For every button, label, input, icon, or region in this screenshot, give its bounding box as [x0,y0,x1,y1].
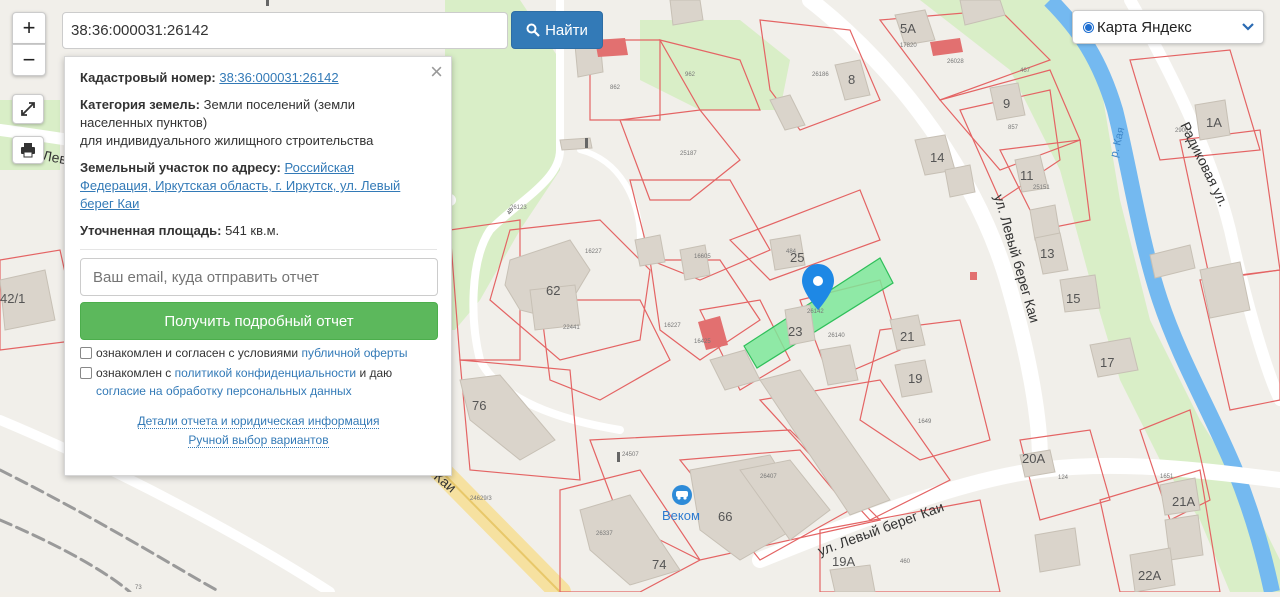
address-row: Земельный участок по адресу: Российская … [80,159,437,213]
category-value-line2: населенных пунктов) [80,115,208,130]
search-icon [526,23,540,37]
email-field[interactable] [80,258,438,296]
plus-icon: + [22,15,36,40]
house-number: 9 [1003,96,1010,111]
house-number: 74 [652,557,666,572]
svg-text:26337: 26337 [596,531,613,537]
svg-text:24507: 24507 [622,452,639,458]
car-icon [676,491,688,497]
minus-icon: − [22,47,36,72]
address-label: Земельный участок по адресу: [80,160,281,175]
fullscreen-button[interactable] [12,94,44,124]
cadastral-row: Кадастровый номер: 38:36:000031:26142 [80,69,437,87]
chevron-down-icon [1241,19,1255,35]
cadastral-label: Кадастровый номер: [80,70,216,85]
search-button-label: Найти [545,21,588,39]
svg-text:26407: 26407 [760,474,777,480]
svg-text:862: 862 [610,85,621,91]
svg-text:22441: 22441 [563,325,580,331]
cadastral-number-link[interactable]: 38:36:000031:26142 [219,70,338,85]
printer-icon [21,143,35,158]
address-link-part3[interactable]: берег Каи [80,196,139,211]
zoom-out-button[interactable]: − [12,44,46,76]
manual-selection-link[interactable]: Ручной выбор вариантов [188,433,329,448]
svg-text:16605: 16605 [694,254,711,260]
print-button[interactable] [12,136,44,164]
category-value-line3: для индивидуального жилищного строительс… [80,133,374,148]
house-number: 23 [788,324,802,339]
svg-text:962: 962 [685,72,696,78]
public-offer-link[interactable]: публичной оферты [301,346,407,360]
svg-text:73: 73 [135,585,142,591]
house-number: 14 [930,150,944,165]
get-report-button[interactable]: Получить подробный отчет [80,302,438,340]
house-number: 5А [900,21,916,36]
layer-selected-label: Карта Яндекс [1097,18,1192,36]
category-row: Категория земель: Земли поселений (земли… [80,96,437,150]
category-label: Категория земель: [80,97,201,112]
poi-name: Веком [662,508,700,523]
svg-text:484: 484 [786,249,797,255]
svg-text:1649: 1649 [918,419,932,425]
house-number: 66 [718,509,732,524]
svg-text:1651: 1651 [1160,474,1174,480]
search-input[interactable] [62,12,508,49]
svg-text:26140: 26140 [828,333,845,339]
house-number: 8 [848,72,855,87]
radio-icon [1083,21,1094,33]
house-number: 19 [908,371,922,386]
svg-text:26142: 26142 [807,309,824,315]
address-link-part2[interactable]: Федерация, Иркутская область, г. Иркутск… [80,178,400,193]
house-number: 15 [1066,291,1080,306]
consent-offer-row: ознакомлен и согласен с условиями публич… [80,344,437,362]
svg-text:25187: 25187 [680,151,697,157]
address-link-part1[interactable]: Российская [284,160,354,175]
area-row: Уточненная площадь: 541 кв.м. [80,222,437,240]
consent-privacy-row: ознакомлен с политикой конфиденциальност… [80,364,437,400]
parcel-info-panel: × Кадастровый номер: 38:36:000031:26142 … [64,56,452,476]
svg-text:26028: 26028 [947,59,964,65]
svg-text:26186: 26186 [812,72,829,78]
svg-text:17820: 17820 [900,43,917,49]
svg-text:857: 857 [1008,125,1019,131]
house-number: 17 [1100,355,1114,370]
house-number: 42/1 [0,291,25,306]
svg-text:24629/3: 24629/3 [470,496,492,502]
data-processing-consent-link[interactable]: согласие на обработку персональных данны… [96,384,352,398]
svg-text:16227: 16227 [585,249,602,255]
category-value-line1: Земли поселений (земли [203,97,355,112]
house-number: 22А [1138,568,1161,583]
area-value: 541 кв.м. [225,223,280,238]
house-number: 21А [1172,494,1195,509]
close-icon[interactable]: × [430,61,443,83]
svg-text:460: 460 [900,559,911,565]
svg-text:124: 124 [1058,475,1069,481]
house-number: 76 [472,398,486,413]
divider [80,249,437,250]
consent-privacy-text2: и даю [359,366,393,380]
house-number: 20А [1022,451,1045,466]
house-number: 21 [900,329,914,344]
svg-text:467: 467 [1020,68,1031,74]
house-number: 11 [1020,168,1034,183]
house-number: 1А [1206,115,1222,130]
house-number: 19А [832,554,855,569]
search-button[interactable]: Найти [511,11,603,49]
house-number: 13 [1040,246,1054,261]
consent-offer-checkbox[interactable] [80,347,92,359]
privacy-policy-link[interactable]: политикой конфиденциальности [175,366,356,380]
report-details-link[interactable]: Детали отчета и юридическая информация [137,414,380,429]
svg-text:25151: 25151 [1033,185,1050,191]
zoom-in-button[interactable]: + [12,12,46,44]
consent-offer-text: ознакомлен и согласен с условиями [96,346,299,360]
svg-text:16425: 16425 [694,339,711,345]
panel-footer-links: Детали отчета и юридическая информация Р… [80,412,437,450]
map-layer-select[interactable]: Карта Яндекс [1072,10,1264,44]
expand-icon [21,102,35,116]
house-number: 62 [546,283,560,298]
consent-privacy-text: ознакомлен с [96,366,172,380]
consent-privacy-checkbox[interactable] [80,367,92,379]
area-label: Уточненная площадь: [80,223,222,238]
svg-text:16227: 16227 [664,323,681,329]
